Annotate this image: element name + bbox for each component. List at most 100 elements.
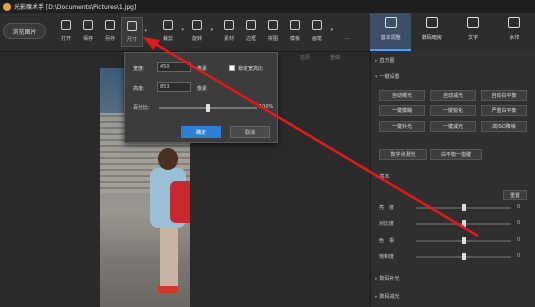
saturation-label: 饱和度 [379, 254, 395, 260]
contrast-slider-knob[interactable] [461, 220, 466, 227]
collapse-arrow-icon: ▸ [375, 58, 378, 64]
more-tool-label: ... [344, 35, 350, 41]
photo-shoes [158, 286, 178, 293]
photo-legs [160, 228, 178, 288]
save-tool[interactable]: 保存 [77, 17, 99, 47]
photo-backpack [170, 181, 190, 223]
high-iso-denoise-button[interactable]: 高ISO降噪 [481, 121, 527, 132]
lock-ratio-label: 锁定宽高比 [238, 66, 264, 72]
collapse-arrow-icon: ▸ [375, 294, 378, 300]
save-tool-label: 保存 [82, 36, 93, 42]
material-tool-label: 素材 [223, 36, 234, 42]
basic-label: 基本 [379, 174, 390, 180]
right-tab-bar: 基本调整 数码暗房 文字 水印 [370, 13, 535, 51]
hue-label: 色 相 [379, 238, 395, 244]
browse-images-button[interactable]: 浏览图片 [3, 23, 46, 39]
rotate-tool[interactable]: 旋转 ▾ [186, 17, 213, 47]
hue-value: 0 [517, 237, 521, 243]
open-icon [61, 20, 71, 30]
brightness-slider-knob[interactable] [461, 204, 466, 211]
crop-dropdown-icon[interactable]: ▾ [181, 27, 184, 33]
fill-light-section[interactable]: ▸ 数码补光 [375, 275, 400, 282]
strong-white-balance-button[interactable]: 严重白平衡 [481, 105, 527, 116]
main-toolbar: 浏览图片 打开 保存 另存 尺寸 ▾ 裁剪 ▾ 旋转 ▾ 素材 边框 拼图 模板… [0, 13, 370, 51]
border-tool-label: 边框 [245, 36, 256, 42]
height-unit: 像素 [197, 86, 208, 92]
oneclick-sharpen-button[interactable]: 一键锐化 [430, 105, 476, 116]
tab-watermark[interactable]: 水印 [494, 13, 535, 51]
photo-hair [158, 148, 178, 170]
border-tool[interactable]: 边框 [240, 17, 262, 47]
reset-button[interactable]: 重置 [503, 190, 527, 200]
saturation-value: 0 [517, 253, 521, 259]
basic-section[interactable]: ▾ 基本 [375, 173, 390, 180]
collage-tool[interactable]: 拼图 [262, 17, 284, 47]
adjust-icon [384, 17, 397, 28]
open-tool[interactable]: 打开 [55, 17, 77, 47]
rotate-icon [192, 20, 202, 30]
histogram-section[interactable]: ▸ 直方图 [375, 57, 395, 64]
auto-white-balance-button[interactable]: 自动白平衡 [481, 90, 527, 101]
auto-dim-button[interactable]: 自动减光 [430, 90, 476, 101]
tab-darkroom[interactable]: 数码暗房 [411, 13, 452, 51]
reduce-light-label: 数码减光 [379, 294, 400, 300]
rotate-dropdown-icon[interactable]: ▾ [210, 27, 213, 33]
hue-slider-knob[interactable] [461, 237, 466, 244]
oneclick-label: 一键设置 [379, 74, 400, 80]
crop-tool-label: 裁剪 [162, 36, 173, 42]
lock-ratio-checkbox[interactable] [229, 65, 235, 71]
crop-tool[interactable]: 裁剪 ▾ [157, 17, 184, 47]
saturation-slider-knob[interactable] [461, 253, 466, 260]
brightness-label: 亮 度 [379, 205, 395, 211]
open-tool-label: 打开 [60, 36, 71, 42]
fill-light-label: 数码补光 [379, 276, 400, 282]
percent-value: 100% [259, 104, 274, 110]
save-icon [83, 20, 93, 30]
app-logo-icon [3, 2, 11, 11]
tab-basic-adjust[interactable]: 基本调整 [370, 13, 412, 51]
template-tool-label: 模板 [289, 36, 300, 42]
tab-watermark-label: 水印 [509, 35, 520, 41]
reduce-light-section[interactable]: ▸ 数码减光 [375, 293, 400, 300]
template-tool[interactable]: 模板 [284, 17, 306, 47]
height-input[interactable]: 853 [157, 82, 191, 92]
resize-tool[interactable]: 尺寸 ▾ [121, 17, 147, 47]
save-as-icon [105, 20, 115, 30]
oneclick-blur-button[interactable]: 一键模糊 [379, 105, 425, 116]
resize-tool-label: 尺寸 [126, 37, 137, 43]
redo-button[interactable]: 重做 [330, 54, 340, 61]
text-icon [467, 17, 480, 28]
border-icon [246, 20, 256, 30]
brush-dropdown-icon[interactable]: ▾ [330, 27, 333, 33]
collage-icon [268, 20, 278, 30]
oneclick-reduce-light-button[interactable]: 一键减光 [430, 121, 476, 132]
resize-dropdown-icon[interactable]: ▾ [144, 28, 147, 34]
darkroom-icon [425, 17, 438, 28]
more-tool[interactable]: ... [336, 17, 358, 47]
oneclick-fill-light-button[interactable]: 一键补光 [379, 121, 425, 132]
white-balance-picker-button[interactable]: 白平衡一指键 [430, 149, 482, 160]
save-as-tool[interactable]: 另存 [99, 17, 121, 47]
crop-icon [163, 20, 173, 30]
oneclick-section[interactable]: ▾ 一键设置 [375, 73, 400, 80]
material-tool[interactable]: 素材 [218, 17, 240, 47]
cancel-button[interactable]: 取消 [230, 126, 270, 138]
brush-tool[interactable]: 画笔 ▾ [306, 17, 333, 47]
undo-button[interactable]: 还原 [300, 54, 310, 61]
brush-icon [312, 20, 322, 30]
save-as-tool-label: 另存 [104, 36, 115, 42]
auto-exposure-button[interactable]: 自动曝光 [379, 90, 425, 101]
resize-icon [127, 21, 137, 31]
width-label: 宽度: [133, 66, 145, 72]
tab-text[interactable]: 文字 [453, 13, 494, 51]
digital-spot-metering-button[interactable]: 数字点测光 [379, 149, 427, 160]
contrast-value: 0 [517, 220, 521, 226]
width-input[interactable]: 450 [157, 62, 191, 72]
percent-slider-knob[interactable] [206, 104, 210, 112]
ok-button[interactable]: 确定 [181, 126, 221, 138]
title-bar: 光影魔术手 [D:\Documents\Pictures\1.jpg] [0, 0, 535, 13]
histogram-label: 直方图 [379, 58, 395, 64]
percent-label: 百分比: [133, 105, 150, 111]
tab-basic-adjust-label: 基本调整 [380, 35, 401, 41]
collage-tool-label: 拼图 [267, 36, 278, 42]
